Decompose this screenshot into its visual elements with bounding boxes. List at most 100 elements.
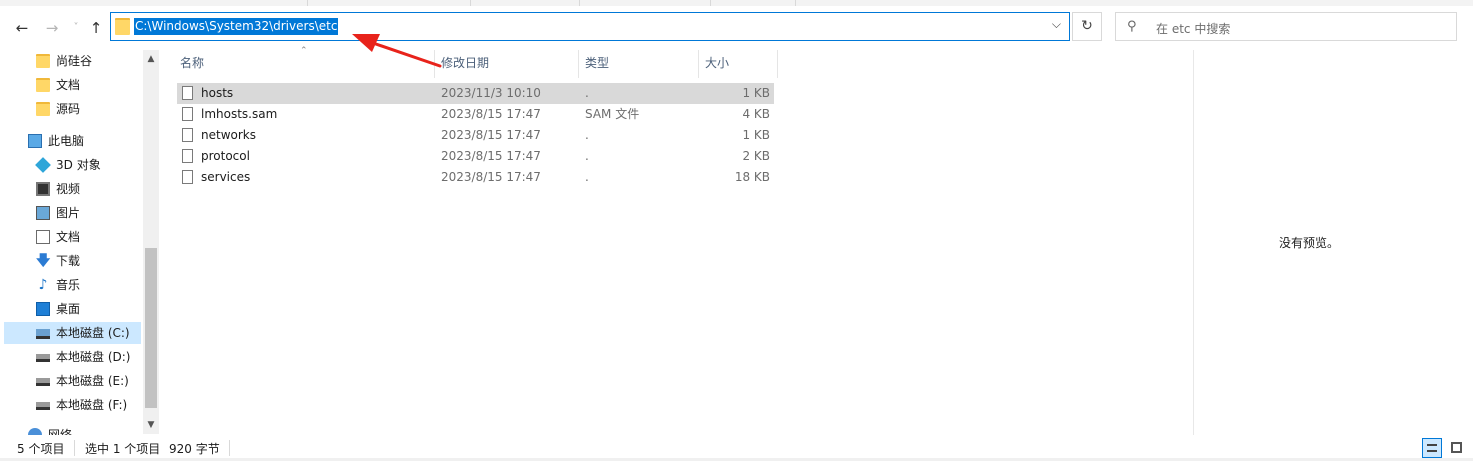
file-type: . bbox=[585, 149, 589, 163]
pictures-icon bbox=[36, 206, 50, 220]
folder-icon bbox=[36, 78, 50, 92]
file-row[interactable]: services 2023/8/15 17:47 . 18 KB bbox=[177, 167, 774, 188]
folder-icon bbox=[36, 54, 50, 68]
file-size: 18 KB bbox=[734, 170, 770, 184]
sidebar-item-label: 音乐 bbox=[56, 278, 81, 292]
sidebar-item-label: 此电脑 bbox=[48, 134, 85, 148]
music-icon: ♪ bbox=[38, 277, 48, 293]
column-divider[interactable] bbox=[434, 50, 435, 78]
drive-icon bbox=[36, 402, 50, 410]
file-row[interactable]: lmhosts.sam 2023/8/15 17:47 SAM 文件 4 KB bbox=[177, 104, 774, 125]
details-view-button[interactable] bbox=[1422, 438, 1442, 458]
file-type: . bbox=[585, 128, 589, 142]
sidebar-scrollbar[interactable]: ▲ ▼ bbox=[143, 50, 159, 434]
drive-icon bbox=[36, 378, 50, 386]
file-name: services bbox=[201, 170, 251, 184]
video-icon bbox=[36, 182, 50, 196]
status-separator bbox=[229, 440, 230, 456]
file-size: 1 KB bbox=[742, 128, 770, 142]
search-box[interactable]: ⚲ 在 etc 中搜索 bbox=[1115, 12, 1457, 41]
file-icon bbox=[182, 149, 193, 163]
selection-count: 选中 1 个项目 bbox=[85, 442, 161, 456]
file-type: . bbox=[585, 170, 589, 184]
3d-objects-icon bbox=[35, 157, 51, 173]
sidebar-item-label: 尚硅谷 bbox=[56, 54, 93, 68]
scrollbar-thumb[interactable] bbox=[145, 248, 157, 408]
column-header-name[interactable]: 名称 bbox=[180, 52, 204, 78]
file-type: . bbox=[585, 86, 589, 100]
ribbon-edge bbox=[0, 0, 1473, 6]
scroll-up-icon[interactable]: ▲ bbox=[143, 50, 159, 68]
desktop-icon bbox=[36, 302, 50, 316]
file-name: lmhosts.sam bbox=[201, 107, 278, 121]
large-icons-view-button[interactable] bbox=[1447, 438, 1467, 458]
preview-empty-text: 没有预览。 bbox=[1278, 236, 1339, 250]
file-date: 2023/8/15 17:47 bbox=[441, 149, 541, 163]
file-date: 2023/8/15 17:47 bbox=[441, 107, 541, 121]
sidebar-item-label: 本地磁盘 (D:) bbox=[56, 350, 131, 364]
drive-icon bbox=[36, 329, 50, 339]
file-size: 2 KB bbox=[742, 149, 770, 163]
sidebar-item-label: 网络 bbox=[48, 428, 73, 435]
search-input[interactable]: 在 etc 中搜索 bbox=[1156, 20, 1230, 37]
sidebar-item-label: 本地磁盘 (C:) bbox=[56, 326, 130, 340]
scroll-down-icon[interactable]: ▼ bbox=[143, 416, 159, 434]
file-icon bbox=[182, 86, 193, 100]
sidebar-item-label: 本地磁盘 (E:) bbox=[56, 374, 129, 388]
sidebar-item-label: 视频 bbox=[56, 182, 81, 196]
preview-pane-divider[interactable] bbox=[1193, 50, 1194, 436]
column-header-date[interactable]: 修改日期 bbox=[441, 52, 489, 78]
file-name: hosts bbox=[201, 86, 234, 100]
up-button[interactable]: ↑ bbox=[86, 18, 106, 38]
annotation-arrow bbox=[352, 34, 442, 68]
file-date: 2023/8/15 17:47 bbox=[441, 170, 541, 184]
file-row[interactable]: hosts 2023/11/3 10:10 . 1 KB bbox=[177, 83, 774, 104]
file-type: SAM 文件 bbox=[585, 107, 640, 121]
column-divider[interactable] bbox=[698, 50, 699, 78]
sidebar-item-label: 3D 对象 bbox=[56, 158, 101, 172]
column-divider[interactable] bbox=[777, 50, 778, 78]
file-date: 2023/11/3 10:10 bbox=[441, 86, 541, 100]
sidebar-item-label: 桌面 bbox=[56, 302, 81, 316]
large-icons-view-icon bbox=[1451, 442, 1462, 453]
network-icon bbox=[28, 428, 42, 435]
search-icon: ⚲ bbox=[1127, 19, 1137, 34]
sidebar-item-label: 图片 bbox=[56, 206, 81, 220]
file-row[interactable]: networks 2023/8/15 17:47 . 1 KB bbox=[177, 125, 774, 146]
address-path[interactable]: C:\Windows\System32\drivers\etc bbox=[134, 18, 339, 35]
file-name: protocol bbox=[201, 149, 250, 163]
file-icon bbox=[182, 128, 193, 142]
details-view-icon bbox=[1427, 444, 1437, 452]
sidebar-item-label: 本地磁盘 (F:) bbox=[56, 398, 128, 412]
status-separator bbox=[74, 440, 75, 456]
selection-size: 920 字节 bbox=[169, 442, 220, 456]
file-date: 2023/8/15 17:47 bbox=[441, 128, 541, 142]
back-button[interactable]: ← bbox=[12, 18, 32, 38]
sidebar-item-label: 源码 bbox=[56, 102, 81, 116]
sidebar-item-label: 下载 bbox=[56, 254, 81, 268]
folder-icon bbox=[36, 102, 50, 116]
file-icon bbox=[182, 107, 193, 121]
file-size: 4 KB bbox=[742, 107, 770, 121]
chevron-down-icon[interactable]: ⌵ bbox=[1052, 17, 1061, 32]
computer-icon bbox=[28, 134, 42, 148]
sidebar-item-drive-c[interactable]: 本地磁盘 (C:) bbox=[4, 322, 141, 344]
address-bar[interactable]: C:\Windows\System32\drivers\etc ⌵ bbox=[110, 12, 1070, 41]
sidebar-item-label: 文档 bbox=[56, 230, 81, 244]
column-divider[interactable] bbox=[578, 50, 579, 78]
preview-scrollbar bbox=[1458, 50, 1473, 436]
sort-ascending-icon: ⌃ bbox=[300, 46, 308, 56]
forward-button[interactable]: → bbox=[42, 18, 62, 38]
item-count: 5 个项目 bbox=[17, 442, 65, 456]
download-icon: 🡇 bbox=[36, 253, 51, 269]
file-size: 1 KB bbox=[742, 86, 770, 100]
refresh-button[interactable]: ↻ bbox=[1072, 12, 1102, 41]
recent-locations-button[interactable]: ˅ bbox=[66, 18, 86, 38]
file-row[interactable]: protocol 2023/8/15 17:47 . 2 KB bbox=[177, 146, 774, 167]
navigation-pane: 尚硅谷 文档 源码 此电脑 3D 对象 视频 图片 文档 🡇 下载 ♪ 音乐 桌… bbox=[0, 50, 160, 435]
column-header-type[interactable]: 类型 bbox=[585, 52, 609, 78]
sidebar-item-label: 文档 bbox=[56, 78, 81, 92]
file-icon bbox=[182, 170, 193, 184]
column-header-size[interactable]: 大小 bbox=[705, 52, 729, 78]
file-name: networks bbox=[201, 128, 256, 142]
